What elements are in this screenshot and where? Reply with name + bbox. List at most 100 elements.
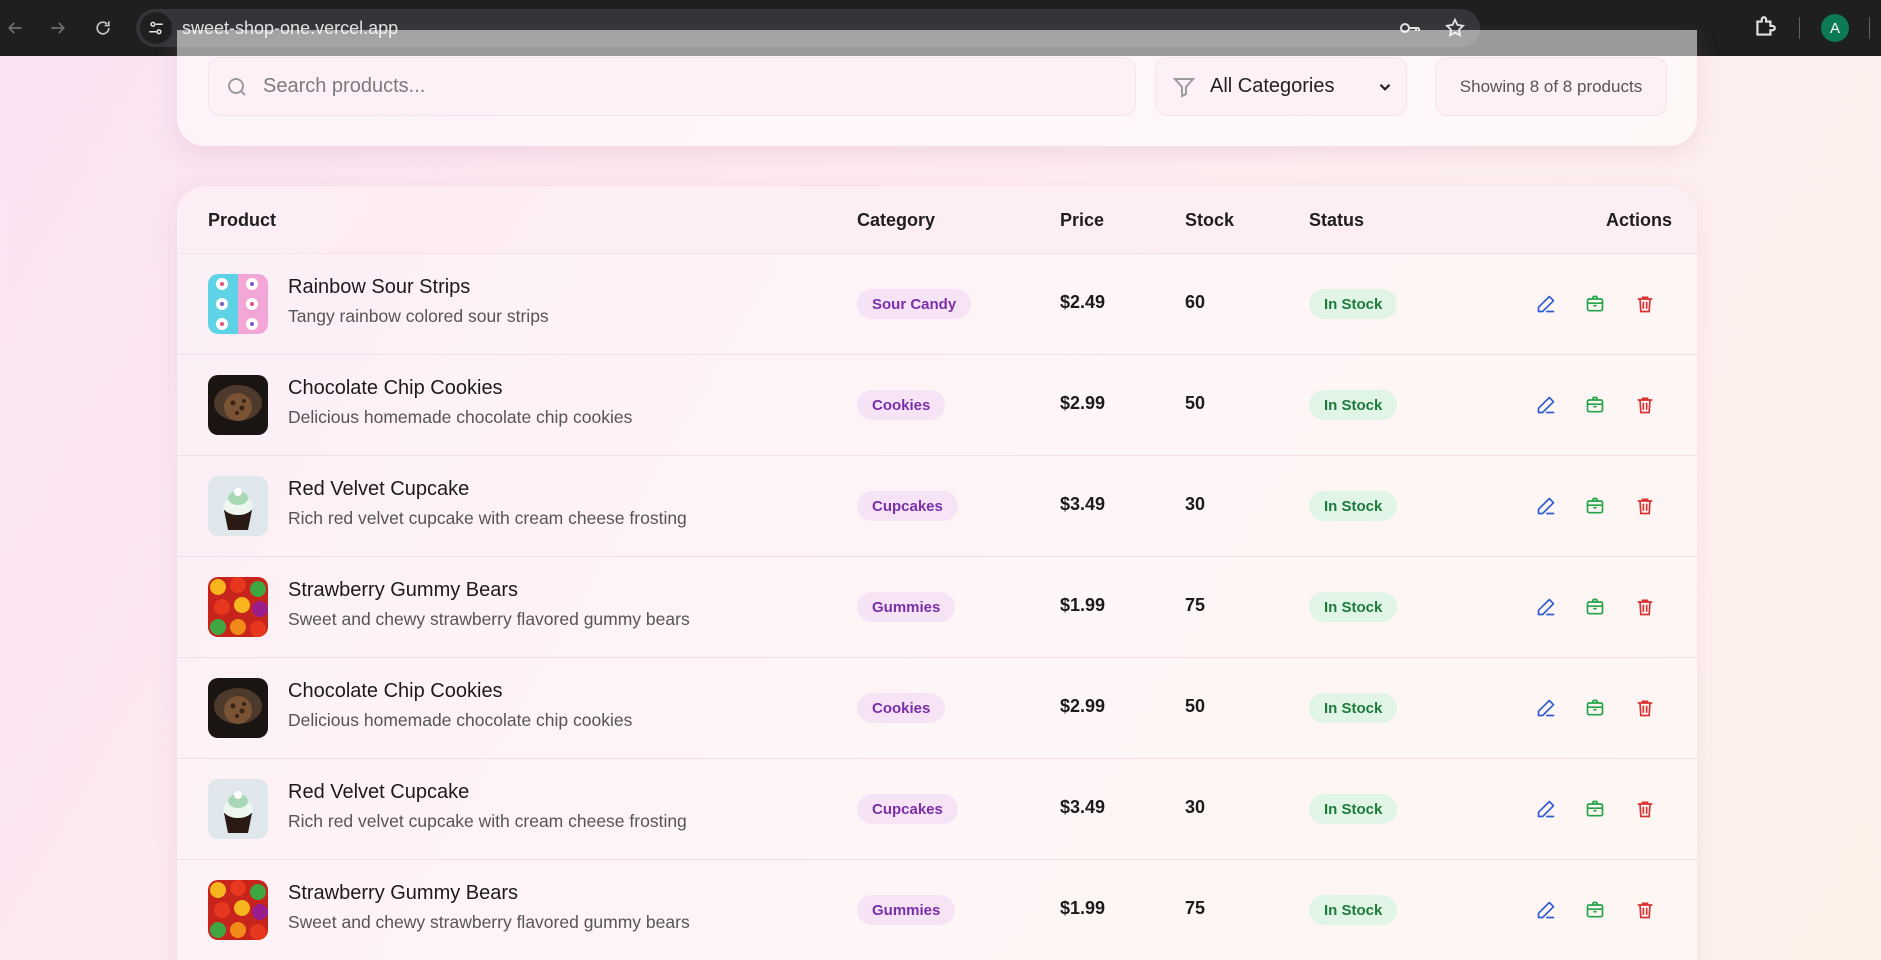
reload-icon [96,21,110,35]
delete-button[interactable] [1633,393,1657,417]
product-description: Delicious homemade chocolate chip cookie… [288,407,633,427]
product-stock: 30 [1185,797,1206,817]
edit-button[interactable] [1534,898,1558,922]
edit-button[interactable] [1534,595,1558,619]
delete-button[interactable] [1633,595,1657,619]
trash-icon [1637,599,1653,616]
gummy-bears-thumbnail [208,577,268,637]
profile-avatar[interactable]: A [1821,14,1849,42]
header-status: Status [1309,210,1365,230]
product-price: $1.99 [1060,898,1106,918]
package-icon [1586,497,1604,514]
pencil-icon [1537,497,1555,515]
delete-button[interactable] [1633,898,1657,922]
delete-button[interactable] [1633,797,1657,821]
forward-button[interactable] [36,6,80,50]
category-badge: Sour Candy [857,289,972,319]
site-info-button[interactable] [140,12,172,44]
back-button[interactable] [0,6,30,50]
rainbow-candy-thumbnail [208,274,268,334]
restock-button[interactable] [1583,393,1607,417]
table-row: Red Velvet Cupcake Rich red velvet cupca… [177,456,1697,557]
status-badge: In Stock [1309,794,1398,824]
product-name: Strawberry Gummy Bears [288,579,519,601]
arrow-right-icon [51,22,66,34]
product-description: Rich red velvet cupcake with cream chees… [288,508,687,528]
product-description: Tangy rainbow colored sour strips [288,306,549,326]
table-row: Strawberry Gummy Bears Sweet and chewy s… [177,860,1697,960]
product-stock: 50 [1185,696,1206,716]
edit-button[interactable] [1534,696,1558,720]
product-description: Sweet and chewy strawberry flavored gumm… [288,609,690,629]
header-category: Category [857,210,936,230]
category-badge: Gummies [857,592,956,622]
product-name: Strawberry Gummy Bears [288,882,519,904]
table-row: Chocolate Chip Cookies Delicious homemad… [177,658,1697,759]
product-description: Delicious homemade chocolate chip cookie… [288,710,633,730]
package-icon [1586,295,1604,312]
restock-button[interactable] [1583,595,1607,619]
restock-button[interactable] [1583,797,1607,821]
edit-button[interactable] [1534,797,1558,821]
trash-icon [1637,397,1653,414]
status-badge: In Stock [1309,289,1398,319]
edit-button[interactable] [1534,494,1558,518]
trash-icon [1637,902,1653,919]
restock-button[interactable] [1583,494,1607,518]
product-price: $2.49 [1060,292,1106,312]
header-actions: Actions [1606,210,1673,230]
trash-icon [1637,700,1653,717]
product-name: Rainbow Sour Strips [288,276,471,298]
restock-button[interactable] [1583,898,1607,922]
product-price: $2.99 [1060,393,1106,413]
edit-button[interactable] [1534,393,1558,417]
restock-button[interactable] [1583,292,1607,316]
pencil-icon [1537,699,1555,717]
header-price: Price [1060,210,1105,230]
table-row: Red Velvet Cupcake Rich red velvet cupca… [177,759,1697,860]
filter-panel: All Categories Showing 8 of 8 products [177,30,1697,146]
product-stock: 30 [1185,494,1206,514]
product-name: Chocolate Chip Cookies [288,680,503,702]
delete-button[interactable] [1633,494,1657,518]
category-badge: Gummies [857,895,956,925]
search-field[interactable] [208,57,1136,116]
trash-icon [1637,801,1653,818]
category-badge: Cookies [857,390,946,420]
product-stock: 75 [1185,898,1206,918]
product-stock: 60 [1185,292,1206,312]
header-stock: Stock [1185,210,1235,230]
status-badge: In Stock [1309,895,1398,925]
cupcake-thumbnail [208,476,268,536]
extensions-puzzle-icon[interactable] [1752,14,1778,40]
status-badge: In Stock [1309,390,1398,420]
pencil-icon [1537,901,1555,919]
restock-button[interactable] [1583,696,1607,720]
product-name: Chocolate Chip Cookies [288,377,503,399]
delete-button[interactable] [1633,696,1657,720]
status-badge: In Stock [1309,693,1398,723]
product-description: Rich red velvet cupcake with cream chees… [288,811,687,831]
tune-icon [149,21,163,35]
pencil-icon [1537,800,1555,818]
status-badge: In Stock [1309,491,1398,521]
arrow-left-icon [7,22,22,34]
category-dropdown[interactable]: All Categories [1155,57,1407,116]
pencil-icon [1537,598,1555,616]
delete-button[interactable] [1633,292,1657,316]
category-selected-value: All Categories [1210,75,1335,97]
package-icon [1586,699,1604,716]
gummy-bears-thumbnail [208,880,268,940]
package-icon [1586,901,1604,918]
result-count: Showing 8 of 8 products [1435,57,1667,116]
search-input[interactable] [263,75,1063,98]
trash-icon [1637,498,1653,515]
edit-button[interactable] [1534,292,1558,316]
category-badge: Cookies [857,693,946,723]
cupcake-thumbnail [208,779,268,839]
reload-button[interactable] [81,6,125,50]
table-row: Chocolate Chip Cookies Delicious homemad… [177,355,1697,456]
table-row: Strawberry Gummy Bears Sweet and chewy s… [177,557,1697,658]
status-badge: In Stock [1309,592,1398,622]
package-icon [1586,800,1604,817]
